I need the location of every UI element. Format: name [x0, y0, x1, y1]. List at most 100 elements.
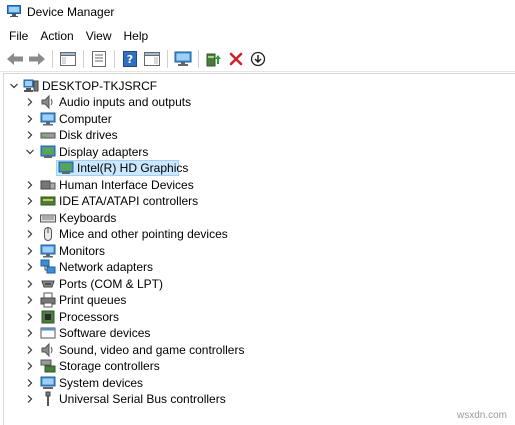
speaker-icon: [41, 94, 53, 110]
device-manager-icon: [7, 5, 21, 17]
chevron-right-icon[interactable]: [25, 213, 35, 223]
chevron-right-icon[interactable]: [25, 97, 35, 107]
tree-item-label: IDE ATA/ATAPI controllers: [59, 194, 199, 208]
chevron-right-icon[interactable]: [25, 246, 35, 256]
chevron-right-icon[interactable]: [25, 295, 35, 305]
system-device-icon: [40, 376, 56, 389]
printer-icon: [40, 292, 56, 308]
tree-item-intel-hd-graphics[interactable]: Intel(R) HD Graphics: [4, 160, 504, 176]
tree-item-audio[interactable]: Audio inputs and outputs: [4, 94, 504, 110]
chevron-down-icon[interactable]: [25, 147, 35, 157]
tree-item-label: Intel(R) HD Graphics: [77, 161, 189, 175]
scan-hardware-button[interactable]: [247, 48, 269, 70]
chevron-right-icon[interactable]: [25, 180, 35, 190]
tree-item-keyboards[interactable]: Keyboards: [4, 210, 504, 226]
chevron-right-icon[interactable]: [25, 279, 35, 289]
tree-item-print-queues[interactable]: Print queues: [4, 292, 504, 308]
tree-item-label: Disk drives: [59, 128, 118, 142]
tree-item-label: Human Interface Devices: [59, 178, 194, 192]
tree-item-ide-controllers[interactable]: IDE ATA/ATAPI controllers: [4, 193, 504, 209]
update-driver-button[interactable]: [203, 48, 225, 70]
chevron-right-icon[interactable]: [25, 262, 35, 272]
tree-item-system-devices[interactable]: System devices: [4, 375, 504, 391]
chevron-right-icon[interactable]: [25, 394, 35, 404]
properties-button[interactable]: [88, 48, 110, 70]
monitor-icon: [40, 244, 56, 258]
menu-action[interactable]: Action: [34, 27, 79, 45]
tree-item-software-devices[interactable]: Software devices: [4, 325, 504, 341]
tree-item-label: Monitors: [59, 244, 106, 258]
uninstall-x-icon: [229, 52, 243, 65]
tree-item-label: Software devices: [59, 326, 151, 340]
tree-item-usb-controllers[interactable]: Universal Serial Bus controllers: [4, 391, 504, 407]
storage-controller-icon: [40, 359, 56, 373]
tree-item-sound-video-game[interactable]: Sound, video and game controllers: [4, 342, 504, 358]
back-button[interactable]: [4, 48, 26, 70]
toolbar-separator: [52, 49, 53, 68]
tree-item-computer[interactable]: Computer: [4, 111, 504, 127]
tree-item-label: Storage controllers: [59, 359, 160, 373]
chevron-right-icon[interactable]: [25, 345, 35, 355]
tree-item-label: Sound, video and game controllers: [59, 343, 245, 357]
chevron-down-icon[interactable]: [9, 81, 19, 91]
menu-help[interactable]: Help: [118, 27, 155, 45]
forward-button[interactable]: [26, 48, 48, 70]
forward-arrow-icon: [29, 52, 45, 65]
toolbar-separator: [198, 49, 199, 68]
console-tree-icon: [60, 51, 76, 66]
tree-item-display-adapters[interactable]: Display adapters: [4, 144, 504, 160]
menu-file[interactable]: File: [0, 27, 34, 45]
port-icon: [41, 280, 55, 288]
tree-item-label: Network adapters: [59, 260, 154, 274]
tree-item-label: Display adapters: [59, 145, 149, 159]
tree-item-ports[interactable]: Ports (COM & LPT): [4, 276, 504, 292]
uninstall-device-button[interactable]: [225, 48, 247, 70]
help-button[interactable]: ?: [119, 48, 141, 70]
hid-icon: [40, 180, 56, 190]
action-pane-icon: [144, 51, 160, 66]
processor-icon: [41, 310, 55, 324]
tree-item-processors[interactable]: Processors: [4, 309, 504, 325]
chevron-right-icon[interactable]: [25, 196, 35, 206]
tree-item-label: Print queues: [59, 293, 127, 307]
help-icon: ?: [123, 50, 137, 67]
device-tree: DESKTOP-TKJSRCF Audio inputs and outputs…: [3, 73, 515, 425]
tree-item-human-interface-devices[interactable]: Human Interface Devices: [4, 177, 504, 193]
tree-item-mice[interactable]: Mice and other pointing devices: [4, 226, 504, 242]
scan-monitor-button[interactable]: [172, 48, 194, 70]
menu-bar: File Action View Help: [0, 26, 515, 46]
svg-text:?: ?: [127, 53, 133, 66]
menu-view[interactable]: View: [80, 27, 118, 45]
usb-icon: [45, 391, 51, 406]
chevron-right-icon[interactable]: [25, 130, 35, 140]
tree-root[interactable]: DESKTOP-TKJSRCF: [4, 78, 504, 94]
software-device-icon: [40, 327, 56, 339]
tree-item-label: Mice and other pointing devices: [59, 227, 228, 241]
tree-item-label: Keyboards: [59, 211, 117, 225]
monitor-icon: [174, 51, 192, 66]
tree-item-label: Universal Serial Bus controllers: [59, 392, 226, 406]
ide-controller-icon: [40, 196, 56, 206]
tree-item-disk-drives[interactable]: Disk drives: [4, 127, 504, 143]
action-pane-button[interactable]: [141, 48, 163, 70]
display-adapter-icon: [40, 145, 56, 158]
tree-item-label: Ports (COM & LPT): [59, 277, 164, 291]
tree-item-monitors[interactable]: Monitors: [4, 243, 504, 259]
chevron-right-icon[interactable]: [25, 114, 35, 124]
properties-icon: [92, 50, 106, 67]
chevron-right-icon[interactable]: [25, 378, 35, 388]
chevron-right-icon[interactable]: [25, 361, 35, 371]
tree-item-storage-controllers[interactable]: Storage controllers: [4, 358, 504, 374]
chevron-right-icon[interactable]: [25, 229, 35, 239]
tree-item-network-adapters[interactable]: Network adapters: [4, 259, 504, 275]
show-hide-console-tree-button[interactable]: [57, 48, 79, 70]
download-circle-icon: [250, 51, 266, 66]
sound-icon: [41, 342, 53, 358]
disk-drive-icon: [40, 132, 56, 139]
toolbar-separator: [167, 49, 168, 68]
chevron-right-icon[interactable]: [25, 312, 35, 322]
chevron-right-icon[interactable]: [25, 328, 35, 338]
tree-item-label: System devices: [59, 376, 144, 390]
mouse-icon: [44, 227, 52, 241]
root-label: DESKTOP-TKJSRCF: [42, 79, 158, 93]
